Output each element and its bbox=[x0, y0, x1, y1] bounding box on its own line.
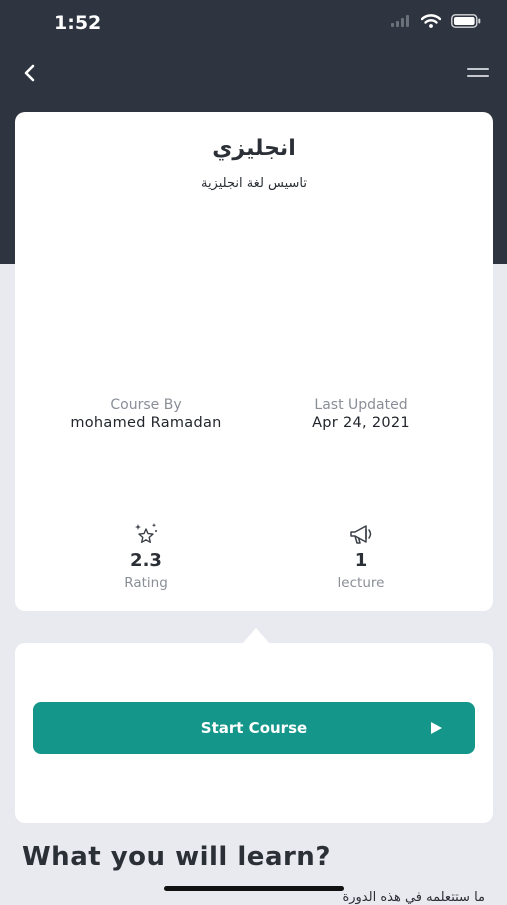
rating-value: 2.3 bbox=[130, 550, 162, 571]
course-by-label: Course By bbox=[110, 397, 182, 413]
status-time: 1:52 bbox=[54, 12, 102, 34]
menu-button[interactable] bbox=[465, 62, 491, 84]
course-by: Course By mohamed Ramadan bbox=[31, 397, 261, 431]
learn-heading: What you will learn? bbox=[22, 842, 331, 872]
megaphone-icon bbox=[350, 525, 372, 544]
star-sparkle-icon bbox=[135, 523, 157, 543]
lecture-stat: 1 lecture bbox=[261, 522, 461, 591]
start-course-label: Start Course bbox=[200, 719, 308, 737]
rating-stat: 2.3 Rating bbox=[46, 522, 246, 591]
status-bar: 1:52 bbox=[0, 0, 507, 48]
battery-icon bbox=[451, 14, 481, 28]
status-icons bbox=[391, 14, 481, 28]
play-icon bbox=[431, 722, 442, 734]
course-subtitle: تاسيس لغة انجليزية bbox=[200, 176, 308, 191]
last-updated: Last Updated Apr 24, 2021 bbox=[246, 397, 476, 431]
wifi-icon bbox=[421, 14, 441, 28]
lecture-label: lecture bbox=[337, 575, 385, 591]
back-button[interactable] bbox=[18, 60, 44, 86]
last-updated-value: Apr 24, 2021 bbox=[312, 415, 410, 431]
home-indicator bbox=[164, 886, 344, 891]
action-card: Start Course bbox=[15, 643, 493, 823]
hamburger-icon bbox=[467, 68, 489, 77]
rating-label: Rating bbox=[124, 575, 168, 591]
course-title: انجليزي bbox=[212, 136, 296, 161]
course-card: انجليزي تاسيس لغة انجليزية Course By moh… bbox=[15, 112, 493, 611]
course-by-value: mohamed Ramadan bbox=[70, 415, 222, 431]
last-updated-label: Last Updated bbox=[314, 397, 408, 413]
learn-first-item: ما ستتعلمه في هذه الدورة bbox=[342, 890, 485, 905]
start-course-button[interactable]: Start Course bbox=[33, 702, 475, 754]
card-pointer bbox=[242, 628, 270, 644]
chevron-left-icon bbox=[24, 64, 35, 82]
lecture-value: 1 bbox=[354, 550, 368, 571]
signal-icon bbox=[391, 15, 409, 27]
